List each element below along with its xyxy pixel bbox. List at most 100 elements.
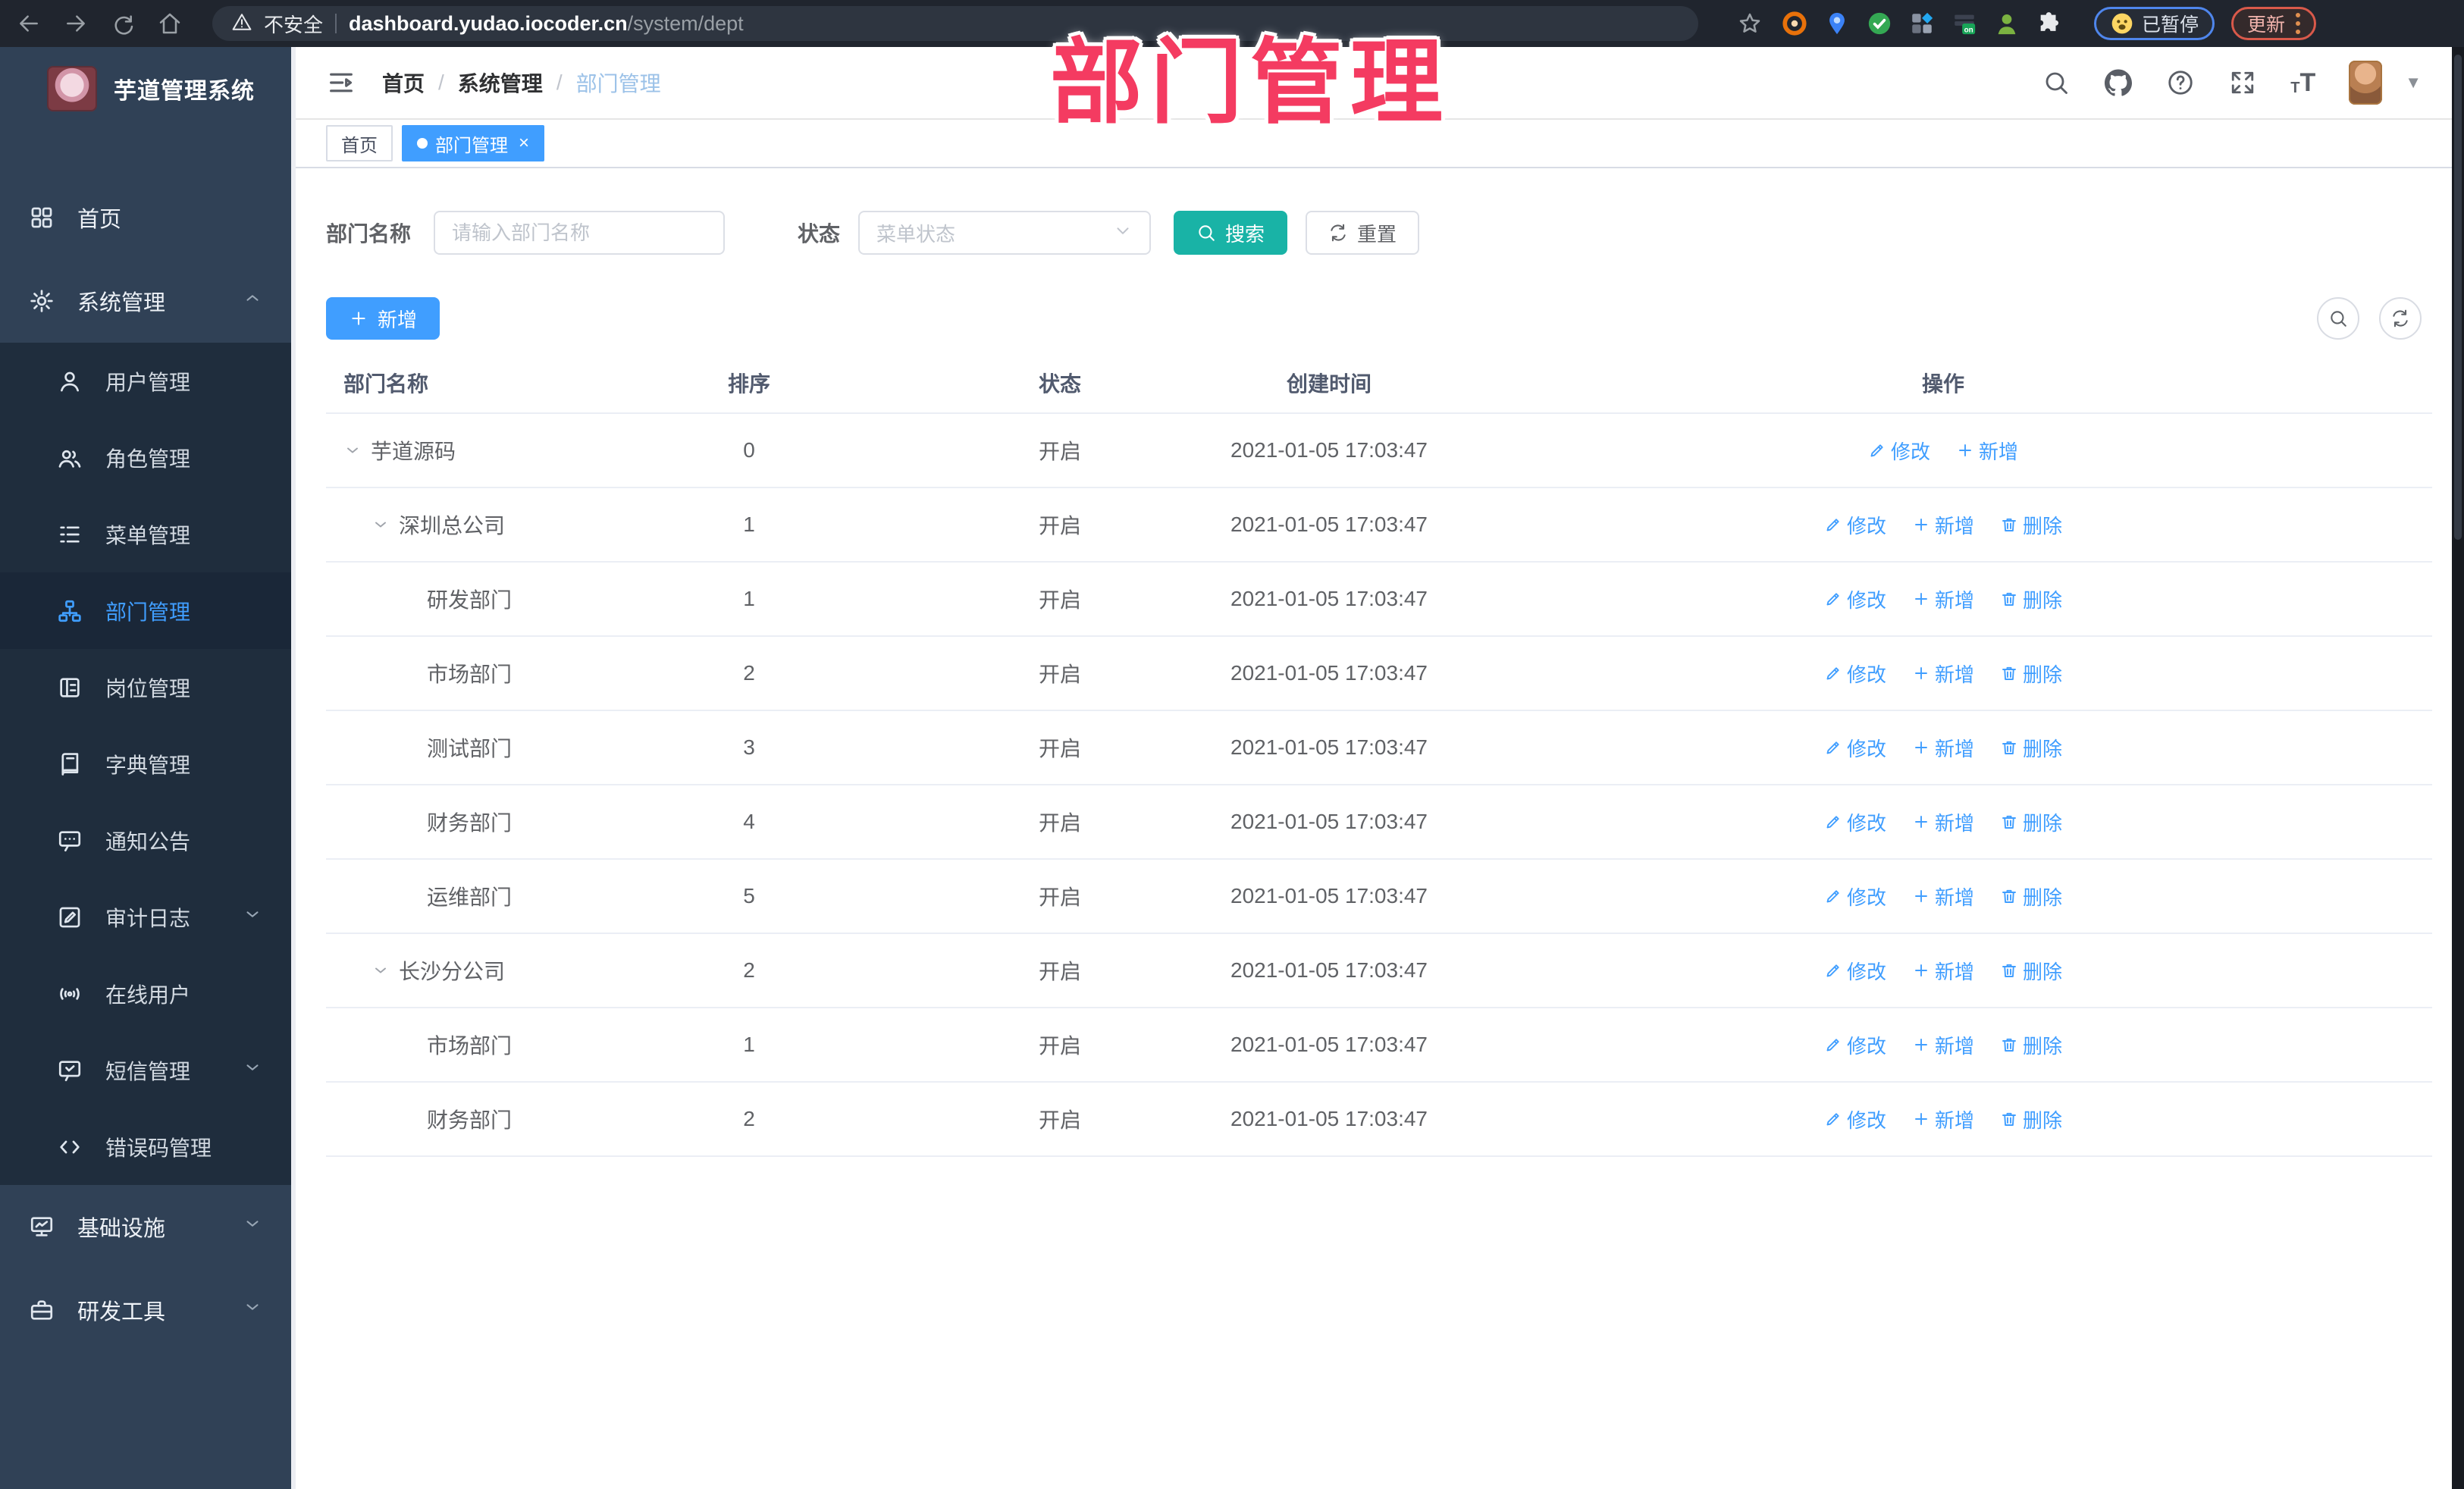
add-link[interactable]: 新增	[1912, 808, 1974, 836]
address-bar[interactable]: 不安全 dashboard.yudao.iocoder.cn/system/de…	[212, 6, 1698, 41]
sidebar-item-短信管理[interactable]: 短信管理	[0, 1032, 291, 1108]
sidebar-item-字典管理[interactable]: 字典管理	[0, 726, 291, 802]
svg-text:on: on	[1964, 26, 1973, 34]
add-link[interactable]: 新增	[1912, 882, 1974, 911]
github-icon[interactable]	[2104, 68, 2133, 97]
edit-link[interactable]: 修改	[1824, 882, 1886, 911]
scrollbar-thumb[interactable]	[2454, 55, 2462, 540]
delete-link[interactable]: 删除	[2000, 511, 2062, 539]
search-button[interactable]: 搜索	[1174, 211, 1288, 255]
edit-link[interactable]: 修改	[1824, 808, 1886, 836]
sidebar-item-角色管理[interactable]: 角色管理	[0, 419, 291, 496]
expand-chevron-icon[interactable]	[371, 961, 390, 980]
extension-grid-icon[interactable]	[1909, 11, 1935, 36]
extension-person-icon[interactable]	[1994, 11, 2020, 36]
toggle-search-button[interactable]	[2317, 297, 2359, 340]
edit-link[interactable]: 修改	[1824, 957, 1886, 985]
tag-首页[interactable]: 首页	[326, 125, 393, 161]
menu-list-icon	[57, 522, 83, 547]
browser-scrollbar[interactable]	[2452, 47, 2464, 1489]
sidebar-item-label: 通知公告	[105, 829, 191, 854]
close-tag-icon[interactable]: ×	[519, 133, 529, 154]
sidebar-item-错误码管理[interactable]: 错误码管理	[0, 1108, 291, 1185]
sidebar-item-在线用户[interactable]: 在线用户	[0, 955, 291, 1032]
not-secure-label[interactable]: 不安全	[264, 10, 323, 38]
delete-link[interactable]: 删除	[2000, 585, 2062, 613]
bookmark-star-icon[interactable]	[1735, 8, 1765, 39]
hamburger-icon[interactable]	[326, 67, 356, 98]
status-select[interactable]: 菜单状态	[858, 211, 1152, 255]
extensions-puzzle-icon[interactable]	[2036, 11, 2062, 36]
expand-chevron-icon[interactable]	[343, 441, 362, 459]
add-button[interactable]: 新增	[326, 297, 440, 340]
dept-name-cell: 芋道源码	[326, 435, 582, 466]
breadcrumb-item-首页[interactable]: 首页	[382, 67, 425, 98]
sidebar-item-菜单管理[interactable]: 菜单管理	[0, 496, 291, 572]
delete-link[interactable]: 删除	[2000, 957, 2062, 985]
add-link[interactable]: 新增	[1912, 957, 1974, 985]
delete-link[interactable]: 删除	[2000, 882, 2062, 911]
avatar[interactable]	[2349, 61, 2383, 105]
update-button[interactable]: 更新	[2231, 7, 2317, 40]
home-nav-icon[interactable]	[155, 8, 185, 39]
edit-link[interactable]: 修改	[1824, 734, 1886, 762]
table-row-市场部门: 市场部门 1 开启 2021-01-05 17:03:47 修改 新增 删除	[326, 1008, 2432, 1083]
table-row-财务部门: 财务部门 2 开启 2021-01-05 17:03:47 修改 新增 删除	[326, 1083, 2432, 1157]
sidebar-item-用户管理[interactable]: 用户管理	[0, 343, 291, 419]
app-logo-row[interactable]: 芋道管理系统	[0, 47, 296, 130]
edit-link[interactable]: 修改	[1824, 1031, 1886, 1059]
edit-link[interactable]: 修改	[1868, 437, 1930, 465]
dept-name-cell: 长沙分公司	[326, 955, 582, 986]
extension-pin-icon[interactable]	[1824, 11, 1850, 36]
reload-icon[interactable]	[108, 8, 138, 39]
add-link[interactable]: 新增	[1912, 585, 1974, 613]
back-icon[interactable]	[14, 8, 44, 39]
delete-link[interactable]: 删除	[2000, 1105, 2062, 1133]
edit-link[interactable]: 修改	[1824, 660, 1886, 688]
url-text[interactable]: dashboard.yudao.iocoder.cn/system/dept	[349, 12, 744, 36]
font-size-icon[interactable]: TT	[2290, 70, 2315, 96]
add-link[interactable]: 新增	[1956, 437, 2018, 465]
status-label: 状态	[798, 222, 841, 246]
breadcrumb-item-系统管理[interactable]: 系统管理	[458, 67, 543, 98]
delete-link[interactable]: 删除	[2000, 1031, 2062, 1059]
add-link[interactable]: 新增	[1912, 1105, 1974, 1133]
dept-name: 研发部门	[427, 588, 513, 612]
sidebar-item-基础设施[interactable]: 基础设施	[0, 1185, 291, 1268]
extension-orange-icon[interactable]	[1782, 11, 1807, 36]
delete-link[interactable]: 删除	[2000, 734, 2062, 762]
sidebar-item-研发工具[interactable]: 研发工具	[0, 1268, 291, 1352]
sidebar-item-首页[interactable]: 首页	[0, 176, 291, 259]
add-link[interactable]: 新增	[1912, 660, 1974, 688]
sidebar-item-岗位管理[interactable]: 岗位管理	[0, 649, 291, 726]
dept-name-input-field[interactable]	[452, 221, 707, 245]
add-link[interactable]: 新增	[1912, 511, 1974, 539]
delete-link[interactable]: 删除	[2000, 660, 2062, 688]
delete-link[interactable]: 删除	[2000, 808, 2062, 836]
refresh-button[interactable]	[2379, 297, 2422, 340]
extension-on-badge-icon[interactable]: on	[1951, 11, 1977, 36]
tag-部门管理[interactable]: 部门管理 ×	[402, 125, 545, 161]
browser-menu-kebab-icon[interactable]	[2296, 13, 2301, 34]
dept-name-input[interactable]	[434, 211, 726, 255]
sidebar-item-系统管理[interactable]: 系统管理	[0, 259, 291, 343]
sidebar-item-部门管理[interactable]: 部门管理	[0, 572, 291, 649]
avatar-caret-down-icon[interactable]: ▼	[2405, 73, 2422, 92]
edit-link[interactable]: 修改	[1824, 511, 1886, 539]
edit-link[interactable]: 修改	[1824, 585, 1886, 613]
dept-name-cell: 深圳总公司	[326, 509, 582, 540]
add-link[interactable]: 新增	[1912, 1031, 1974, 1059]
search-icon[interactable]	[2042, 68, 2071, 97]
sidebar-item-审计日志[interactable]: 审计日志	[0, 879, 291, 955]
actions-cell: 修改 新增 删除	[1454, 808, 2432, 836]
fullscreen-icon[interactable]	[2228, 68, 2257, 97]
expand-chevron-icon[interactable]	[371, 516, 390, 534]
reset-button[interactable]: 重置	[1306, 211, 1420, 255]
help-icon[interactable]	[2166, 68, 2195, 97]
profile-paused-pill[interactable]: 已暂停	[2094, 7, 2215, 40]
forward-icon[interactable]	[61, 8, 91, 39]
add-link[interactable]: 新增	[1912, 734, 1974, 762]
extension-green-check-icon[interactable]	[1867, 11, 1892, 36]
edit-link[interactable]: 修改	[1824, 1105, 1886, 1133]
sidebar-item-通知公告[interactable]: 通知公告	[0, 802, 291, 879]
